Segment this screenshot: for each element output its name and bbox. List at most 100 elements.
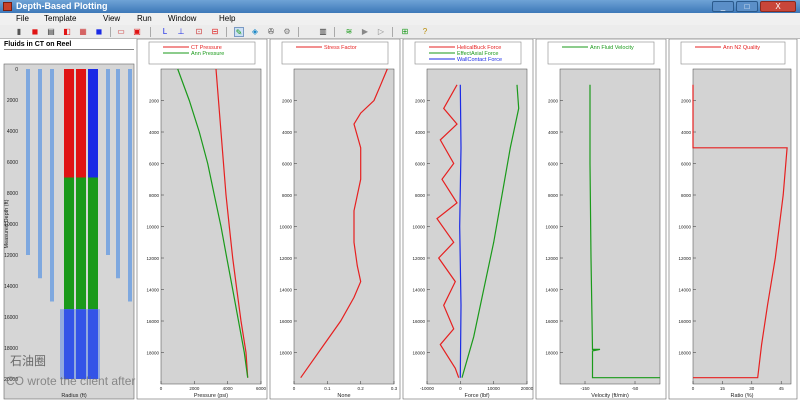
ytick-label: 10000	[146, 225, 159, 230]
ytick-label: 14000	[678, 288, 691, 293]
open-icon[interactable]: ▮	[14, 27, 24, 37]
plot-background	[293, 68, 395, 385]
legend-label: Stress Factor	[324, 45, 357, 51]
reel-segment	[76, 69, 86, 178]
copy-icon-2[interactable]: ⊟	[210, 27, 220, 37]
ytick-label: 6000	[548, 162, 559, 167]
ytick-label: 18000	[146, 351, 159, 356]
toolbar: ▮ ◼ ▤ ◧ ▦ ◼ ▭ ▣ L ⊥ ⊡ ⊟ ✎ ◈ ✇ ⚙ ▥ ≋ ▶ ▷ …	[0, 25, 800, 39]
xtick-label: 20000	[521, 386, 534, 391]
xtick-label: 4000	[223, 386, 234, 391]
plot-background	[692, 68, 792, 385]
xtick-label: 10000	[487, 386, 500, 391]
xtick-label: -150	[580, 386, 590, 391]
reel-ytick-label: 0	[15, 67, 18, 73]
xtick-label: 30	[749, 386, 755, 391]
ytick-label: 16000	[412, 319, 425, 324]
pipe-icon[interactable]: ▭	[116, 27, 126, 37]
menu-view[interactable]: View	[103, 13, 120, 25]
xtick-label: -50	[632, 386, 639, 391]
ytick-label: 16000	[545, 319, 558, 324]
xtick-label: 0.3	[391, 386, 398, 391]
xaxis-label: Velocity (ft/min)	[591, 393, 629, 399]
reel-ytick-label: 2000	[7, 98, 18, 104]
reel-ytick-label: 6000	[7, 160, 18, 166]
ytick-label: 2000	[282, 99, 293, 104]
ytick-label: 6000	[681, 162, 692, 167]
reel-annulus	[128, 69, 132, 302]
ytick-label: 10000	[545, 225, 558, 230]
gear-icon[interactable]: ✇	[266, 27, 276, 37]
ytick-label: 4000	[282, 130, 293, 135]
copy-icon[interactable]: ⊡	[194, 27, 204, 37]
chart-icon[interactable]: ▤	[46, 27, 56, 37]
menu-help[interactable]: Help	[219, 13, 235, 25]
legend-label: Ann Fluid Velocity	[590, 45, 634, 51]
reel-ytick-label: 16000	[4, 315, 18, 321]
reel-segment	[76, 177, 86, 310]
minimize-button[interactable]: _	[712, 1, 734, 12]
reel-ytick-label: 12000	[4, 253, 18, 259]
ytick-label: 12000	[412, 256, 425, 261]
watermark-logo: 石油圈	[10, 354, 47, 368]
ytick-label: 2000	[681, 99, 692, 104]
export-icon[interactable]: ◼	[94, 27, 104, 37]
play-icon[interactable]: ▶	[360, 27, 370, 37]
ytick-label: 8000	[415, 193, 426, 198]
play-icon-2[interactable]: ▷	[376, 27, 386, 37]
ct-icon[interactable]: ◧	[62, 27, 72, 37]
ytick-label: 8000	[282, 193, 293, 198]
menu-file[interactable]: File	[16, 13, 29, 25]
legend-label: WallContact Force	[457, 57, 502, 63]
stack-icon[interactable]: ≋	[344, 27, 354, 37]
ytick-label: 14000	[279, 288, 292, 293]
pipe-icon-2[interactable]: ▣	[132, 27, 142, 37]
reel-segment	[64, 69, 74, 178]
gear-icon-2[interactable]: ⚙	[282, 27, 292, 37]
help-icon[interactable]: ?	[420, 27, 430, 37]
xaxis-label: Force (lbf)	[464, 393, 489, 399]
layers-icon[interactable]: ✎	[234, 27, 244, 37]
title-bar: Depth-Based Plotting _ □ X	[0, 0, 800, 13]
xaxis-label: Pressure (psi)	[194, 393, 228, 399]
legend-label: Ann Pressure	[191, 51, 224, 57]
menu-template[interactable]: Template	[44, 13, 76, 25]
menu-window[interactable]: Window	[168, 13, 196, 25]
xtick-label: 15	[720, 386, 726, 391]
ytick-label: 10000	[279, 225, 292, 230]
maximize-button[interactable]: □	[736, 1, 758, 12]
save-icon[interactable]: ◼	[30, 27, 40, 37]
reel-ytick-label: 8000	[7, 191, 18, 197]
add-icon[interactable]: ⊞	[400, 27, 410, 37]
ytick-label: 4000	[149, 130, 160, 135]
reel-bottom	[60, 309, 100, 379]
ytick-label: 14000	[146, 288, 159, 293]
reel-annulus	[38, 69, 42, 279]
watermark-caption: CO wrote the client after	[6, 374, 136, 388]
reel-segment	[88, 177, 98, 310]
print-icon[interactable]: ▦	[78, 27, 88, 37]
xtick-label: 0.2	[358, 386, 365, 391]
columns-icon[interactable]: ▥	[318, 27, 328, 37]
plot-background	[559, 68, 661, 385]
reel-annulus	[116, 69, 120, 279]
close-button[interactable]: X	[760, 1, 796, 12]
reel-annulus	[26, 69, 30, 255]
reel-segment	[88, 69, 98, 178]
xtick-label: 45	[779, 386, 785, 391]
reel-xlabel: Radius (ft)	[61, 393, 87, 399]
arrow-icon[interactable]: L	[160, 27, 170, 37]
reel-annulus	[50, 69, 54, 302]
ytick-label: 12000	[545, 256, 558, 261]
ytick-label: 2000	[548, 99, 559, 104]
ytick-label: 6000	[282, 162, 293, 167]
reel-ylabel: Measured Depth (ft)	[4, 199, 10, 248]
arrow-down-icon[interactable]: ⊥	[176, 27, 186, 37]
xaxis-label: Ratio (%)	[731, 393, 754, 399]
menu-run[interactable]: Run	[137, 13, 152, 25]
ytick-label: 2000	[415, 99, 426, 104]
ytick-label: 12000	[678, 256, 691, 261]
layers-icon-2[interactable]: ◈	[250, 27, 260, 37]
ytick-label: 18000	[545, 351, 558, 356]
ytick-label: 18000	[412, 351, 425, 356]
